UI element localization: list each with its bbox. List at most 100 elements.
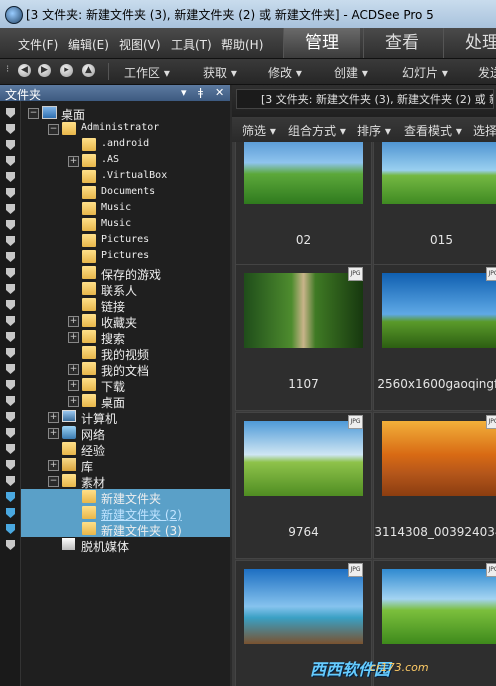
bookmark-marker-icon[interactable]	[6, 492, 15, 502]
select-menu[interactable]: 选择	[473, 122, 496, 139]
bookmark-marker-icon[interactable]	[6, 364, 15, 374]
bookmark-marker-icon[interactable]	[6, 428, 15, 438]
tree-item[interactable]: + 收藏夹	[21, 313, 230, 330]
slideshow-menu[interactable]: 幻灯片 ▾	[402, 64, 448, 81]
close-icon[interactable]: ✕	[215, 86, 224, 99]
menu-help[interactable]: 帮助(H)	[221, 36, 263, 53]
thumbnail-item[interactable]: JPG 1107	[235, 264, 372, 411]
thumbnail-image[interactable]	[382, 273, 496, 348]
tree-item[interactable]: + 我的文档	[21, 361, 230, 378]
tree-item[interactable]: + 库	[21, 457, 230, 474]
tree-item[interactable]: .VirtualBox	[21, 169, 230, 185]
thumbnail-image[interactable]	[244, 569, 363, 644]
collapse-icon[interactable]: −	[28, 108, 39, 119]
edit-menu[interactable]: 修改 ▾	[268, 64, 302, 81]
expand-icon[interactable]: +	[68, 364, 79, 375]
tree-item[interactable]: Music	[21, 201, 230, 217]
expand-icon[interactable]: +	[68, 156, 79, 167]
thumbnail-image[interactable]	[382, 569, 496, 644]
tree-item[interactable]: 新建文件夹	[21, 489, 230, 506]
bookmark-marker-icon[interactable]	[6, 540, 15, 550]
menu-view[interactable]: 视图(V)	[119, 36, 161, 53]
tree-item[interactable]: Pictures	[21, 233, 230, 249]
collapse-icon[interactable]: −	[48, 476, 59, 487]
thumbnail-item[interactable]: JPG 3114308_003924034_	[373, 412, 496, 559]
thumbnail-image[interactable]	[382, 421, 496, 496]
bookmark-marker-icon[interactable]	[6, 140, 15, 150]
tab-view[interactable]: 查看	[363, 28, 440, 58]
bookmark-marker-icon[interactable]	[6, 236, 15, 246]
thumbnail-item[interactable]: 015	[373, 142, 496, 267]
pin-icon[interactable]: ǂ	[198, 86, 203, 99]
bookmark-marker-icon[interactable]	[6, 172, 15, 182]
expand-icon[interactable]: +	[68, 380, 79, 391]
menu-edit[interactable]: 编辑(E)	[68, 36, 109, 53]
bookmark-marker-icon[interactable]	[6, 124, 15, 134]
tree-item[interactable]: − Administrator	[21, 121, 230, 137]
tree-item[interactable]: + 网络	[21, 425, 230, 442]
tree-item[interactable]: .android	[21, 137, 230, 153]
menu-tools[interactable]: 工具(T)	[171, 36, 212, 53]
bookmark-marker-icon[interactable]	[6, 412, 15, 422]
thumbnail-image[interactable]	[382, 142, 496, 204]
bookmark-marker-icon[interactable]	[6, 332, 15, 342]
filter-menu[interactable]: 筛选 ▾	[242, 122, 276, 139]
tree-item[interactable]: 经验	[21, 441, 230, 458]
tree-item[interactable]: 联系人	[21, 281, 230, 298]
bookmark-marker-icon[interactable]	[6, 380, 15, 390]
tree-item[interactable]: − 桌面	[21, 105, 230, 122]
tree-item[interactable]: 新建文件夹 (2)	[21, 505, 230, 522]
tree-item[interactable]: 脱机媒体	[21, 537, 230, 554]
bookmark-marker-icon[interactable]	[6, 316, 15, 326]
tree-item[interactable]: 链接	[21, 297, 230, 314]
bookmark-marker-icon[interactable]	[6, 396, 15, 406]
up-icon[interactable]: ▲	[82, 64, 95, 77]
panel-menu-icon[interactable]: ▾	[181, 86, 187, 99]
tree-item[interactable]: + 搜索	[21, 329, 230, 346]
bookmark-marker-icon[interactable]	[6, 444, 15, 454]
bookmark-marker-icon[interactable]	[6, 252, 15, 262]
expand-icon[interactable]: +	[68, 332, 79, 343]
tab-develop[interactable]: 处理	[443, 28, 496, 58]
bookmark-marker-icon[interactable]	[6, 204, 15, 214]
app-icon[interactable]	[5, 6, 23, 24]
bookmark-marker-icon[interactable]	[6, 108, 15, 118]
back-icon[interactable]: ◀	[18, 64, 31, 77]
tree-item[interactable]: + 下载	[21, 377, 230, 394]
send-menu[interactable]: 发送	[478, 64, 496, 81]
bookmark-marker-icon[interactable]	[6, 268, 15, 278]
collapse-icon[interactable]: −	[48, 124, 59, 135]
bookmark-marker-icon[interactable]	[6, 300, 15, 310]
tree-item[interactable]: Music	[21, 217, 230, 233]
tree-item[interactable]: Documents	[21, 185, 230, 201]
expand-icon[interactable]: +	[68, 316, 79, 327]
tree-item[interactable]: 我的视频	[21, 345, 230, 362]
expand-icon[interactable]: +	[48, 460, 59, 471]
play-icon[interactable]: ▸	[60, 64, 73, 77]
bookmark-marker-icon[interactable]	[6, 460, 15, 470]
tab-manage[interactable]: 管理	[283, 28, 360, 58]
tree-item[interactable]: Pictures	[21, 249, 230, 265]
thumbnail-item[interactable]: 02	[235, 142, 372, 267]
tree-item[interactable]: + .AS	[21, 153, 230, 169]
view-mode-menu[interactable]: 查看模式 ▾	[404, 122, 462, 139]
create-menu[interactable]: 创建 ▾	[334, 64, 368, 81]
expand-icon[interactable]: +	[68, 396, 79, 407]
thumbnail-item[interactable]: JPG✓2560x1600gaoqingfe	[373, 264, 496, 411]
bookmark-marker-icon[interactable]	[6, 156, 15, 166]
bookmark-marker-icon[interactable]	[6, 284, 15, 294]
thumbnail-image[interactable]	[244, 273, 363, 348]
menu-file[interactable]: 文件(F)	[18, 36, 58, 53]
expand-icon[interactable]: +	[48, 428, 59, 439]
tree-item[interactable]: + 桌面	[21, 393, 230, 410]
thumbnail-image[interactable]	[244, 421, 363, 496]
tree-item[interactable]: 保存的游戏	[21, 265, 230, 282]
bookmark-marker-icon[interactable]	[6, 188, 15, 198]
bookmark-marker-icon[interactable]	[6, 220, 15, 230]
forward-icon[interactable]: ▶	[38, 64, 51, 77]
thumbnail-item[interactable]: JPG 9764	[235, 412, 372, 559]
bookmark-marker-icon[interactable]	[6, 476, 15, 486]
tree-item[interactable]: − 素材	[21, 473, 230, 490]
thumbnail-image[interactable]	[244, 142, 363, 204]
bookmark-marker-icon[interactable]	[6, 508, 15, 518]
